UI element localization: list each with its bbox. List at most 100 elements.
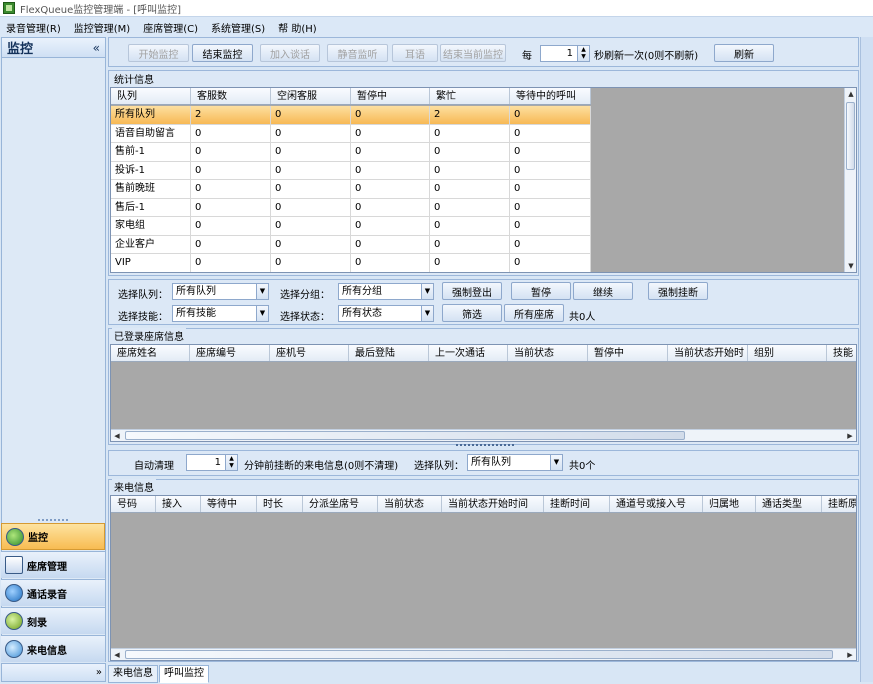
menu-monitor[interactable]: 监控管理(M) xyxy=(74,20,130,35)
refresh-interval-spinner[interactable]: ▲ ▼ xyxy=(577,46,589,61)
scroll-left-icon[interactable]: ◀ xyxy=(111,649,123,660)
scroll-down-icon[interactable]: ▼ xyxy=(845,260,856,272)
menu-help[interactable]: 帮 助(H) xyxy=(278,20,317,35)
agents-col-last-call[interactable]: 上一次通话 xyxy=(429,345,508,361)
splitter-handle[interactable] xyxy=(456,444,514,448)
stats-cell: 0 xyxy=(351,254,430,272)
stats-cell: 0 xyxy=(271,124,351,142)
expand-button[interactable]: » xyxy=(96,667,102,678)
force-logout-button[interactable]: 强制登出 xyxy=(442,282,502,300)
calls-col-hangup-reason[interactable]: 挂断原 xyxy=(822,496,856,512)
end-current-monitor-button[interactable]: 结束当前监控 xyxy=(440,44,506,62)
stats-row[interactable]: 企业客户 0 0 0 0 0 xyxy=(111,235,591,254)
nav-call-recording[interactable]: 通话录音 xyxy=(1,579,105,606)
filter-button[interactable]: 筛选 xyxy=(442,304,502,322)
stats-cell: 0 xyxy=(351,106,430,124)
calls-col-call-type[interactable]: 通话类型 xyxy=(756,496,822,512)
nav-burn[interactable]: 刻录 xyxy=(1,607,105,634)
agents-col-paused[interactable]: 暂停中 xyxy=(588,345,668,361)
stats-col-waiting[interactable]: 等待中的呼叫 xyxy=(510,88,591,104)
calls-hscrollbar[interactable]: ◀ ▶ xyxy=(111,648,856,660)
menu-recording[interactable]: 录音管理(R) xyxy=(6,20,61,35)
stats-row[interactable]: 售前晚班 0 0 0 0 0 xyxy=(111,180,591,199)
stats-vscrollbar[interactable]: ▲ ▼ xyxy=(844,88,856,272)
menu-agents[interactable]: 座席管理(C) xyxy=(143,20,198,35)
calls-col-location[interactable]: 归属地 xyxy=(703,496,756,512)
agents-col-skill[interactable]: 技能 xyxy=(827,345,856,361)
silent-monitor-button[interactable]: 静音监听 xyxy=(327,44,388,62)
nav-incoming-calls[interactable]: 来电信息 xyxy=(1,635,105,662)
stats-cell-queue: 投诉-1 xyxy=(111,161,191,179)
app-icon xyxy=(3,2,15,14)
collapse-button[interactable]: « xyxy=(93,41,100,55)
refresh-suffix-label: 秒刷新一次(0则不刷新) xyxy=(594,51,699,62)
calls-queue-select[interactable]: 所有队列 ▼ xyxy=(467,454,563,471)
agents-col-state-start[interactable]: 当前状态开始时 xyxy=(668,345,748,361)
calls-col-state[interactable]: 当前状态 xyxy=(378,496,442,512)
refresh-button[interactable]: 刷新 xyxy=(714,44,774,62)
tab-call-monitor[interactable]: 呼叫监控 xyxy=(159,665,209,683)
stats-row[interactable]: 家电组 0 0 0 0 0 xyxy=(111,217,591,236)
chevron-down-icon: ▼ xyxy=(256,284,268,299)
calls-col-assigned-agent[interactable]: 分派坐席号 xyxy=(303,496,378,512)
calls-col-hangup-time[interactable]: 挂断时间 xyxy=(544,496,610,512)
skill-filter-select[interactable]: 所有技能 ▼ xyxy=(172,305,269,322)
agents-col-name[interactable]: 座席姓名 xyxy=(111,345,190,361)
nav-monitor[interactable]: 监控 xyxy=(1,523,105,550)
stats-col-idle[interactable]: 空闲客服 xyxy=(271,88,351,104)
state-filter-select[interactable]: 所有状态 ▼ xyxy=(338,305,434,322)
agents-col-phone[interactable]: 座机号 xyxy=(270,345,349,361)
agents-col-state[interactable]: 当前状态 xyxy=(508,345,588,361)
calls-col-channel[interactable]: 通道号或接入号 xyxy=(610,496,703,512)
stats-col-queue[interactable]: 队列 xyxy=(111,88,191,104)
stats-row[interactable]: 售后-1 0 0 0 0 0 xyxy=(111,198,591,217)
scroll-right-icon[interactable]: ▶ xyxy=(844,430,856,441)
chevron-down-icon: ▼ xyxy=(421,284,433,299)
calls-col-waiting[interactable]: 等待中 xyxy=(201,496,257,512)
auto-clear-input[interactable]: 1 ▲ ▼ xyxy=(186,454,238,471)
force-hangup-button[interactable]: 强制挂断 xyxy=(648,282,708,300)
join-call-button[interactable]: 加入谈话 xyxy=(260,44,320,62)
scroll-right-icon[interactable]: ▶ xyxy=(844,649,856,660)
end-monitor-button[interactable]: 结束监控 xyxy=(192,44,253,62)
agents-hscrollbar[interactable]: ◀ ▶ xyxy=(111,429,856,441)
all-agents-button[interactable]: 所有座席 xyxy=(504,304,564,322)
stats-col-busy[interactable]: 繁忙 xyxy=(430,88,510,104)
scroll-left-icon[interactable]: ◀ xyxy=(111,430,123,441)
stats-col-agents[interactable]: 客服数 xyxy=(191,88,271,104)
left-panel-footer: » xyxy=(1,663,106,682)
nav-agent-management[interactable]: 座席管理 xyxy=(1,551,105,578)
calls-col-duration[interactable]: 时长 xyxy=(257,496,303,512)
stats-row[interactable]: 语音自助留言 0 0 0 0 0 xyxy=(111,124,591,143)
calls-col-access[interactable]: 接入 xyxy=(156,496,201,512)
stats-row[interactable]: 投诉-1 0 0 0 0 0 xyxy=(111,161,591,180)
agents-col-last-login[interactable]: 最后登陆 xyxy=(349,345,429,361)
agents-col-id[interactable]: 座席编号 xyxy=(190,345,270,361)
stats-cell: 0 xyxy=(510,198,591,216)
queue-filter-select[interactable]: 所有队列 ▼ xyxy=(172,283,269,300)
pause-button[interactable]: 暂停 xyxy=(511,282,571,300)
stats-cell: 0 xyxy=(271,254,351,272)
stats-row[interactable]: 所有队列 2 0 0 2 0 xyxy=(111,106,591,125)
refresh-interval-input[interactable]: 1 ▲ ▼ xyxy=(540,45,590,62)
stats-row[interactable]: 售前-1 0 0 0 0 0 xyxy=(111,143,591,162)
resume-button[interactable]: 继续 xyxy=(573,282,633,300)
tab-incoming-calls[interactable]: 来电信息 xyxy=(108,665,158,683)
menu-system[interactable]: 系统管理(S) xyxy=(211,20,265,35)
stats-vscroll-thumb[interactable] xyxy=(846,102,855,170)
group-filter-select[interactable]: 所有分组 ▼ xyxy=(338,283,434,300)
agents-hscroll-thumb[interactable] xyxy=(125,431,685,440)
calls-hscroll-thumb[interactable] xyxy=(125,650,833,659)
stats-col-paused[interactable]: 暂停中 xyxy=(351,88,430,104)
whisper-button[interactable]: 耳语 xyxy=(392,44,438,62)
scroll-up-icon[interactable]: ▲ xyxy=(845,88,856,100)
start-monitor-button[interactable]: 开始监控 xyxy=(128,44,189,62)
calls-col-state-start[interactable]: 当前状态开始时间 xyxy=(442,496,544,512)
splitter-grip[interactable] xyxy=(38,519,68,521)
nav-monitor-label: 监控 xyxy=(28,533,48,544)
stats-cell: 0 xyxy=(351,235,430,253)
agents-col-group[interactable]: 组别 xyxy=(748,345,827,361)
auto-clear-spinner[interactable]: ▲ ▼ xyxy=(225,455,237,470)
stats-row[interactable]: VIP 0 0 0 0 0 xyxy=(111,254,591,272)
calls-col-number[interactable]: 号码 xyxy=(111,496,156,512)
